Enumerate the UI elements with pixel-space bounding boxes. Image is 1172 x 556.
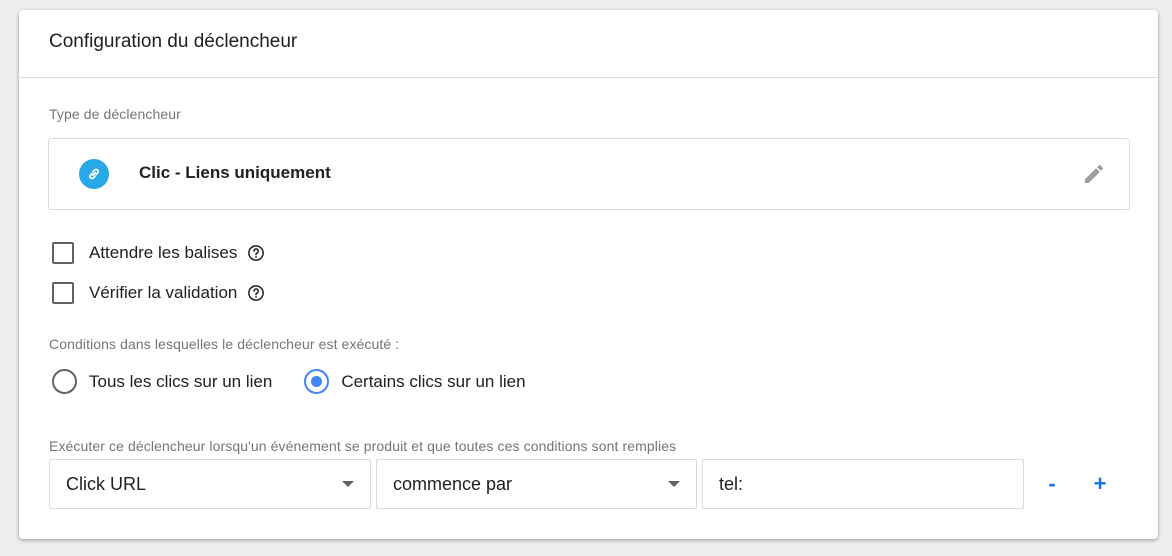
card-title: Configuration du déclencheur bbox=[49, 30, 298, 52]
some-clicks-option[interactable]: Certains clics sur un lien bbox=[304, 369, 526, 394]
check-validation-option: Vérifier la validation bbox=[52, 282, 265, 304]
pencil-icon[interactable] bbox=[1081, 161, 1107, 187]
operator-select-value: commence par bbox=[393, 473, 513, 494]
check-validation-label: Vérifier la validation bbox=[89, 283, 238, 302]
trigger-type-label: Type de déclencheur bbox=[49, 106, 181, 122]
chevron-down-icon bbox=[668, 481, 680, 487]
help-icon[interactable] bbox=[247, 244, 265, 262]
link-icon bbox=[79, 159, 109, 189]
wait-for-tags-label: Attendre les balises bbox=[89, 243, 238, 262]
wait-for-tags-option: Attendre les balises bbox=[52, 242, 265, 264]
trigger-type-selector[interactable]: Clic - Liens uniquement bbox=[48, 138, 1130, 210]
variable-select-value: Click URL bbox=[66, 473, 147, 494]
all-clicks-option[interactable]: Tous les clics sur un lien bbox=[52, 369, 272, 394]
remove-condition-button[interactable]: - bbox=[1040, 471, 1064, 496]
card-header: Configuration du déclencheur bbox=[19, 10, 1158, 78]
trigger-type-name: Clic - Liens uniquement bbox=[139, 163, 331, 182]
trigger-configuration-card: Configuration du déclencheur Type de déc… bbox=[19, 10, 1158, 539]
all-clicks-radio[interactable] bbox=[52, 369, 77, 394]
check-validation-checkbox[interactable] bbox=[52, 282, 74, 304]
value-input[interactable] bbox=[719, 473, 999, 495]
chevron-down-icon bbox=[342, 481, 354, 487]
add-condition-button[interactable]: + bbox=[1088, 471, 1112, 496]
conditions-radio-group: Tous les clics sur un lien Certains clic… bbox=[52, 369, 526, 394]
variable-select[interactable]: Click URL bbox=[49, 459, 371, 509]
some-clicks-label: Certains clics sur un lien bbox=[341, 371, 526, 391]
filter-label: Exécuter ce déclencheur lorsqu'un événem… bbox=[49, 438, 677, 454]
all-clicks-label: Tous les clics sur un lien bbox=[89, 371, 273, 391]
conditions-label: Conditions dans lesquelles le déclencheu… bbox=[49, 336, 400, 352]
operator-select[interactable]: commence par bbox=[376, 459, 697, 509]
help-icon[interactable] bbox=[247, 284, 265, 302]
wait-for-tags-checkbox[interactable] bbox=[52, 242, 74, 264]
value-field[interactable] bbox=[702, 459, 1024, 509]
some-clicks-radio[interactable] bbox=[304, 369, 330, 394]
